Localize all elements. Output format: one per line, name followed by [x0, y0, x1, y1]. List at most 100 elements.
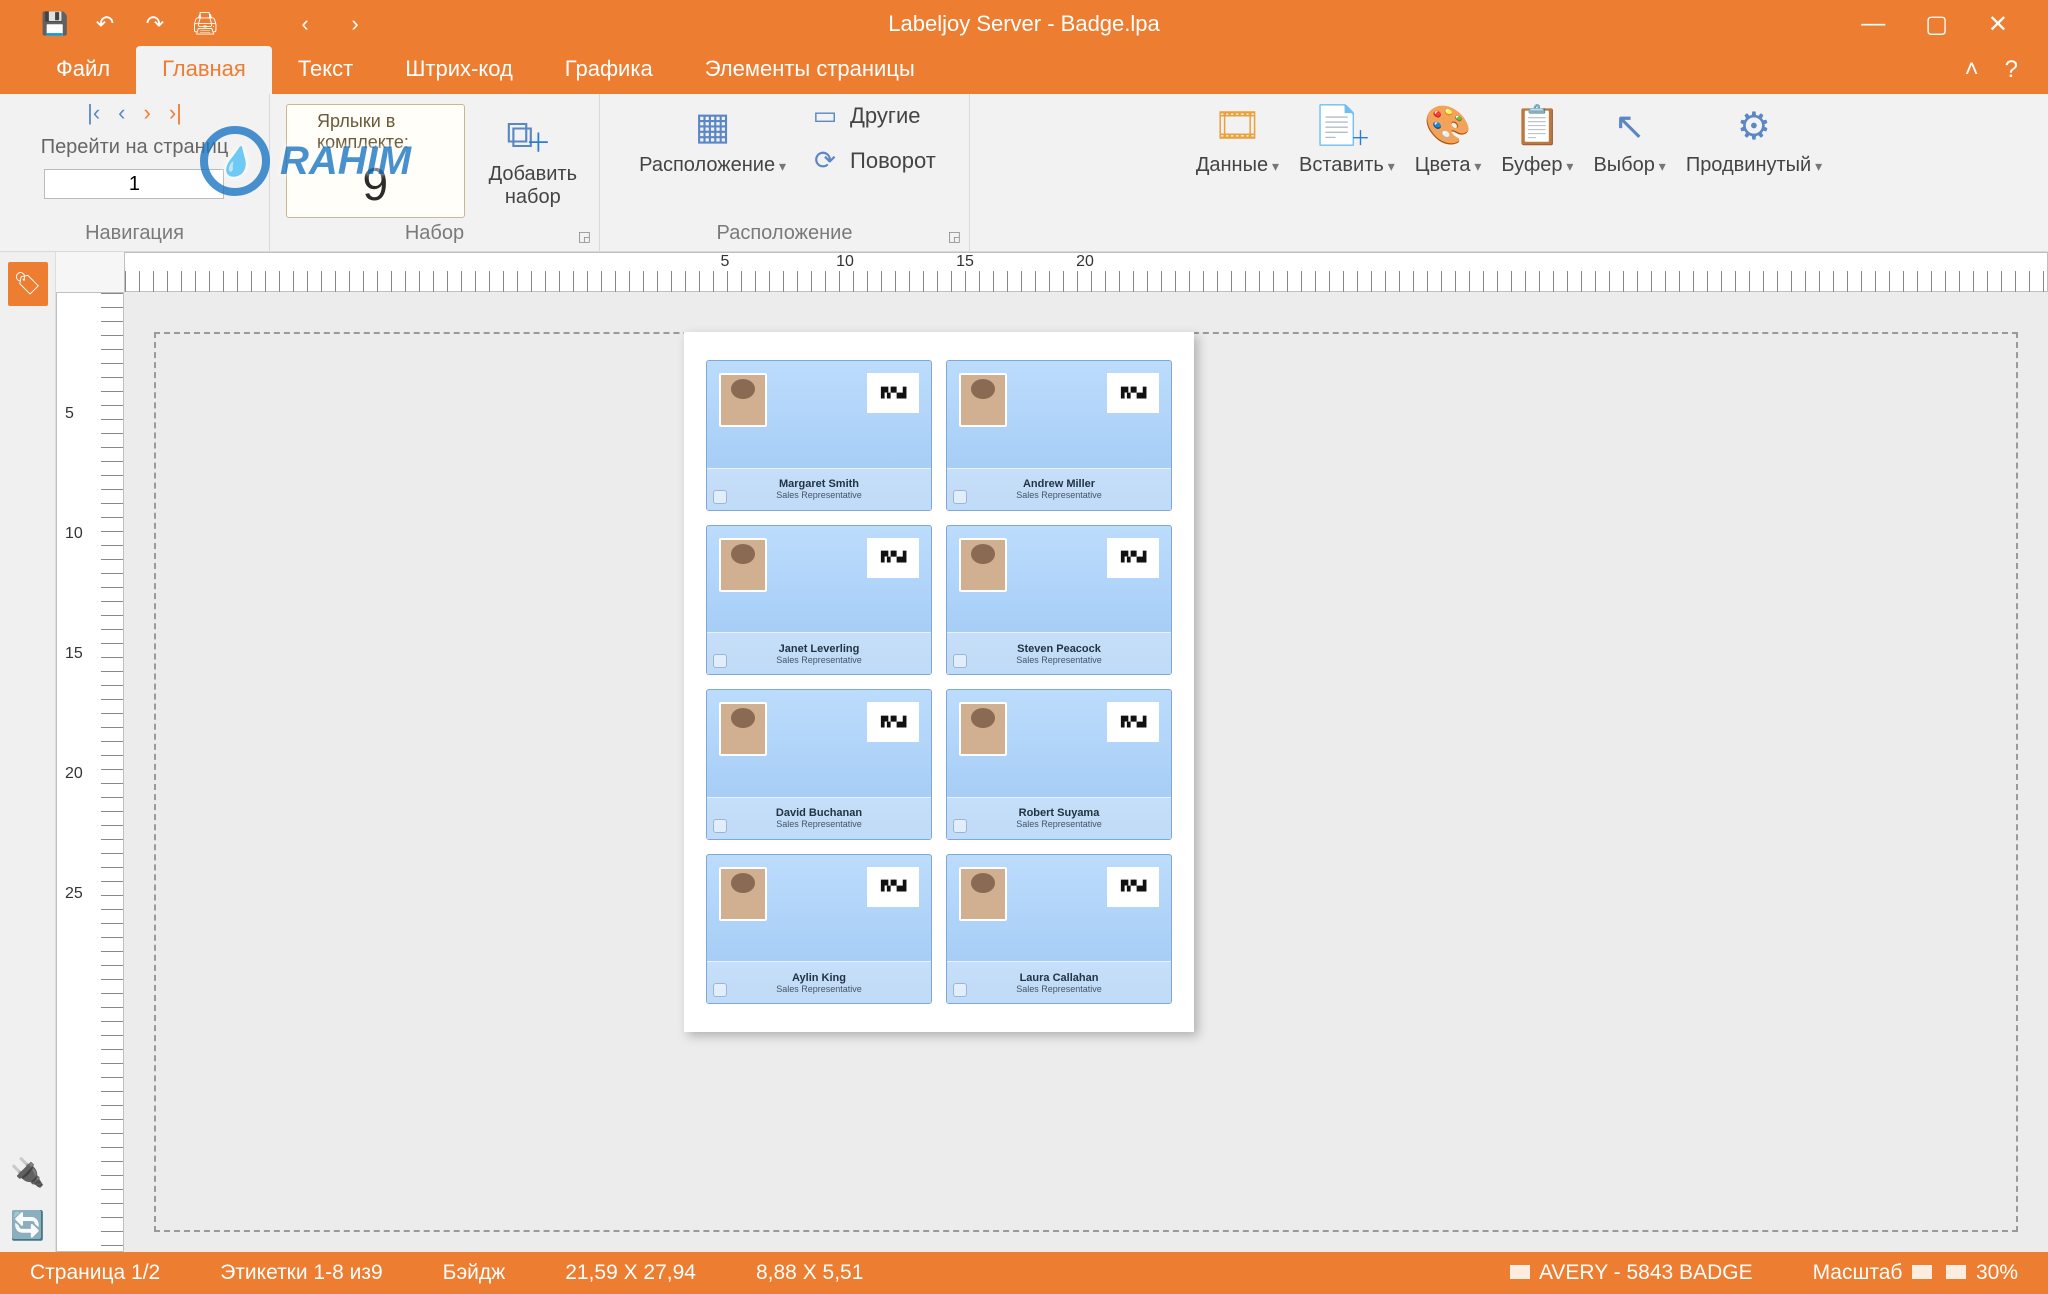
badge-name: Robert Suyama [1019, 807, 1100, 819]
save-button[interactable]: 💾 [40, 11, 70, 37]
maximize-button[interactable]: ▢ [1925, 10, 1948, 39]
status-zoom[interactable]: Масштаб 30% [1813, 1261, 2018, 1285]
labels-in-set-box[interactable]: Ярлыки в комплекте: 9 [286, 104, 465, 218]
close-button[interactable]: ✕ [1988, 10, 2008, 39]
group-navigation-label: Навигация [85, 222, 184, 249]
badge-item[interactable]: Aylin KingSales Representative [706, 854, 932, 1005]
gear-icon: ⚙ [1727, 104, 1781, 148]
status-zoom-label: Масштаб [1813, 1261, 1903, 1284]
status-size2: 8,88 X 5,51 [756, 1261, 863, 1285]
qat-next-button[interactable]: › [340, 11, 370, 37]
data-button[interactable]: 🎞 Данные [1190, 100, 1285, 181]
h-mark: 5 [665, 253, 785, 271]
zoom-width-icon [1946, 1265, 1966, 1279]
template-icon [1510, 1265, 1530, 1279]
page-number-input[interactable] [44, 169, 224, 199]
colors-button[interactable]: 🎨 Цвета [1409, 100, 1488, 181]
group-tools: 🎞 Данные 📄＋ Вставить 🎨 Цвета 📋 Буфер ↖ В… [970, 94, 2048, 251]
badge-role: Sales Representative [776, 490, 862, 500]
badge-role: Sales Representative [1016, 984, 1102, 994]
clipboard-button[interactable]: 📋 Буфер [1495, 100, 1579, 181]
insert-button[interactable]: 📄＋ Вставить [1293, 100, 1401, 181]
help-button[interactable]: ? [2005, 56, 2018, 84]
nav-last-button[interactable]: ›| [169, 100, 182, 126]
select-button[interactable]: ↖ Выбор [1587, 100, 1671, 181]
undo-button[interactable]: ↶ [90, 11, 120, 37]
qat-prev-button[interactable]: ‹ [290, 11, 320, 37]
zoom-page-icon [1912, 1265, 1932, 1279]
vertical-ruler[interactable]: 5 10 15 20 25 [56, 292, 124, 1252]
tab-home[interactable]: Главная [136, 46, 272, 94]
v-mark: 20 [65, 765, 83, 783]
window-controls: — ▢ ✕ [1861, 10, 2048, 39]
insert-icon: 📄＋ [1320, 104, 1374, 148]
badge-item[interactable]: Laura CallahanSales Representative [946, 854, 1172, 1005]
dock-labels-button[interactable]: 🏷 [8, 262, 48, 306]
add-set-button[interactable]: ⧉＋ Добавить набор [483, 109, 583, 213]
badge-item[interactable]: Andrew MillerSales Representative [946, 360, 1172, 511]
status-labels: Этикетки 1-8 из9 [220, 1261, 382, 1285]
qr-icon [1107, 538, 1159, 578]
badge-role: Sales Representative [776, 819, 862, 829]
advanced-label: Продвинутый [1686, 154, 1822, 177]
other-layouts-label: Другие [850, 103, 920, 129]
nav-next-button[interactable]: › [143, 100, 150, 126]
status-template-label: AVERY - 5843 BADGE [1539, 1261, 1753, 1284]
group-layout-launcher[interactable]: ◲ [948, 228, 961, 245]
tab-text[interactable]: Текст [272, 46, 379, 94]
canvas-area: 5 10 15 20 5 10 15 20 25 [56, 252, 2048, 1252]
h-mark: 15 [905, 253, 1025, 271]
tab-graphics[interactable]: Графика [539, 46, 679, 94]
scroll-area[interactable]: Margaret SmithSales Representative Andre… [124, 292, 2048, 1252]
add-set-icon: ⧉＋ [506, 113, 560, 157]
badge-item[interactable]: Janet LeverlingSales Representative [706, 525, 932, 676]
horizontal-ruler[interactable]: 5 10 15 20 [124, 252, 2048, 292]
tab-file[interactable]: Файл [30, 46, 136, 94]
rotate-icon: ⟳ [810, 145, 840, 176]
clipboard-icon: 📋 [1510, 104, 1564, 148]
insert-label: Вставить [1299, 154, 1395, 177]
badge-name: Janet Leverling [779, 643, 860, 655]
rotate-label: Поворот [850, 148, 936, 174]
badge-item[interactable]: David BuchananSales Representative [706, 689, 932, 840]
badge-item[interactable]: Robert SuyamaSales Representative [946, 689, 1172, 840]
add-set-label: Добавить набор [489, 163, 577, 209]
status-size1: 21,59 X 27,94 [565, 1261, 696, 1285]
cursor-icon: ↖ [1603, 104, 1657, 148]
tab-barcode[interactable]: Штрих-код [379, 46, 539, 94]
badge-item[interactable]: Steven PeacockSales Representative [946, 525, 1172, 676]
badge-photo [719, 373, 767, 427]
statusbar: Страница 1/2 Этикетки 1-8 из9 Бэйдж 21,5… [0, 1252, 2048, 1294]
quick-access-toolbar: 💾 ↶ ↷ 🖨 ‹ › [0, 11, 370, 37]
status-template[interactable]: AVERY - 5843 BADGE [1506, 1261, 1752, 1285]
redo-button[interactable]: ↷ [140, 11, 170, 37]
badge-photo [719, 702, 767, 756]
data-label: Данные [1196, 154, 1279, 177]
badge-photo [959, 702, 1007, 756]
qr-icon [867, 373, 919, 413]
h-mark: 20 [1025, 253, 1145, 271]
other-layouts-button[interactable]: ▭ Другие [810, 100, 936, 131]
badge-photo [959, 538, 1007, 592]
badge-name: David Buchanan [776, 807, 862, 819]
labels-in-set-count: 9 [363, 157, 389, 211]
rotate-button[interactable]: ⟳ Поворот [810, 145, 936, 176]
nav-prev-button[interactable]: ‹ [118, 100, 125, 126]
status-doc: Бэйдж [443, 1261, 506, 1285]
v-mark: 15 [65, 645, 83, 663]
advanced-button[interactable]: ⚙ Продвинутый [1680, 100, 1828, 181]
minimize-button[interactable]: — [1861, 10, 1885, 39]
badge-grid: Margaret SmithSales Representative Andre… [706, 360, 1172, 1004]
badge-name: Laura Callahan [1020, 972, 1099, 984]
collapse-ribbon-button[interactable]: ˄ [1965, 56, 1979, 84]
other-layouts-icon: ▭ [810, 100, 840, 131]
badge-item[interactable]: Margaret SmithSales Representative [706, 360, 932, 511]
arrange-button[interactable]: ▦ Расположение [633, 100, 792, 181]
print-button[interactable]: 🖨 [190, 11, 220, 37]
refresh-icon[interactable]: 🔄 [10, 1209, 45, 1242]
tab-page-elements[interactable]: Элементы страницы [679, 46, 941, 94]
plugin-icon[interactable]: 🔌 [10, 1156, 45, 1189]
page-preview[interactable]: Margaret SmithSales Representative Andre… [684, 332, 1194, 1032]
group-set-launcher[interactable]: ◲ [578, 228, 591, 245]
nav-first-button[interactable]: |‹ [87, 100, 100, 126]
